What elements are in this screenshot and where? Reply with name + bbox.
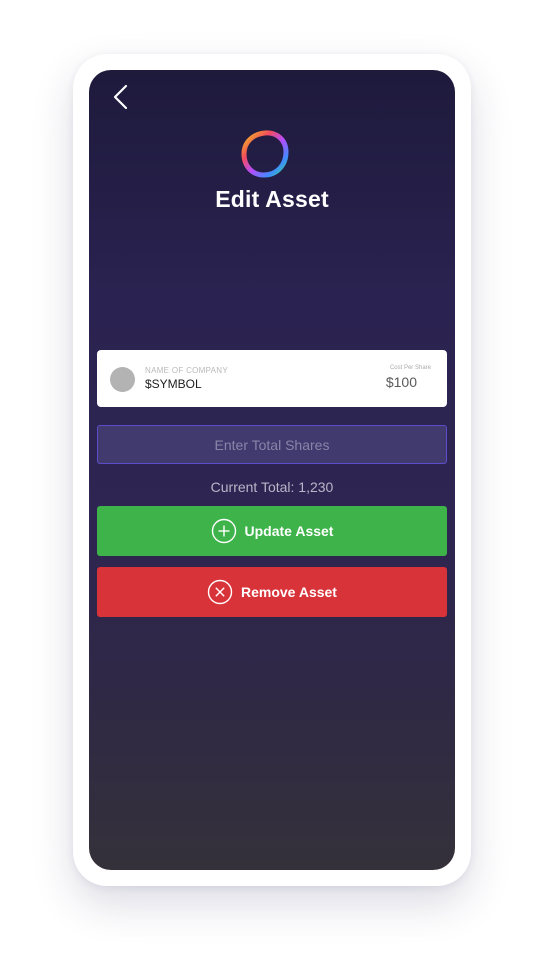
current-total-text: Current Total: 1,230 bbox=[210, 479, 334, 495]
cost-per-share-value: $100 bbox=[385, 374, 417, 390]
back-button[interactable] bbox=[107, 82, 133, 112]
total-shares-input[interactable] bbox=[97, 425, 447, 464]
update-asset-label: Update Asset bbox=[244, 523, 334, 539]
ring-logo-icon bbox=[241, 130, 289, 178]
app-screen: Edit Asset NAME OF COMPANY $SYMBOL Cost … bbox=[89, 70, 455, 870]
update-asset-button[interactable]: Update Asset bbox=[97, 506, 447, 556]
page-title: Edit Asset bbox=[215, 186, 329, 212]
x-circle-icon bbox=[207, 579, 233, 605]
plus-circle-icon bbox=[211, 518, 236, 544]
remove-asset-button[interactable]: Remove Asset bbox=[97, 567, 447, 617]
company-name-label: NAME OF COMPANY bbox=[145, 366, 229, 375]
company-symbol: $SYMBOL bbox=[145, 377, 202, 391]
phone-frame: Edit Asset NAME OF COMPANY $SYMBOL Cost … bbox=[73, 54, 471, 886]
company-avatar bbox=[110, 367, 135, 392]
cost-per-share-label: Cost Per Share bbox=[389, 365, 431, 371]
asset-card[interactable]: NAME OF COMPANY $SYMBOL Cost Per Share $… bbox=[97, 350, 447, 407]
chevron-left-icon bbox=[113, 84, 128, 110]
remove-asset-label: Remove Asset bbox=[241, 584, 337, 600]
